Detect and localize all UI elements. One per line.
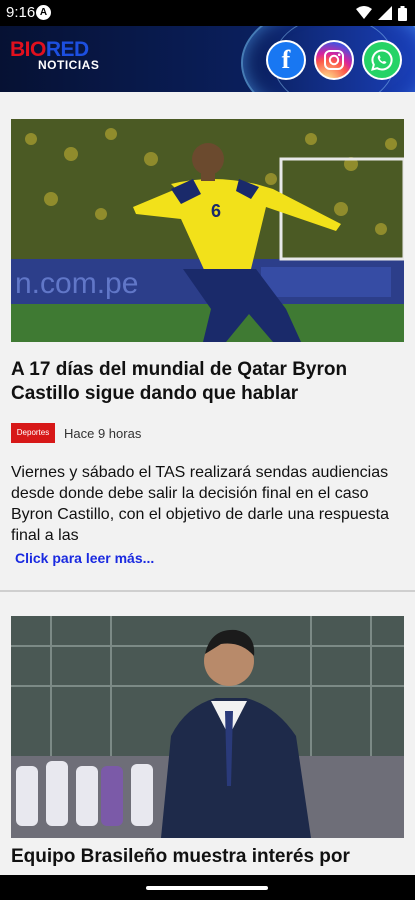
article-title[interactable]: A 17 días del mundial de Qatar Byron Cas… [11, 358, 403, 406]
logo-noticias: NOTICIAS [38, 58, 100, 72]
status-time: 9:16 [6, 4, 36, 21]
jersey-number: 6 [211, 201, 221, 221]
status-bar: 9:16 A [0, 0, 415, 26]
article-time: Hace 9 horas [64, 426, 142, 441]
instagram-icon [324, 50, 344, 70]
coach-photo [11, 616, 404, 838]
wifi-icon [356, 6, 372, 19]
signal-icon [378, 6, 392, 20]
system-nav-bar [0, 875, 415, 900]
article-card[interactable]: n.com.pe 6 A 17 días del mundial de Qata… [0, 92, 415, 592]
category-badge: Deportes [11, 423, 55, 443]
notification-icon: A [36, 5, 51, 20]
battery-icon [398, 5, 407, 21]
article-title[interactable]: Equipo Brasileño muestra interés por [11, 840, 403, 868]
facebook-button[interactable]: f [266, 40, 306, 80]
home-gesture-handle[interactable] [146, 886, 268, 890]
player-photo: n.com.pe 6 [11, 119, 404, 342]
instagram-button[interactable] [314, 40, 354, 80]
article-image[interactable]: n.com.pe 6 [11, 119, 404, 342]
news-feed[interactable]: n.com.pe 6 A 17 días del mundial de Qata… [0, 92, 415, 900]
facebook-icon: f [281, 45, 291, 74]
app-header: BIORED NOTICIAS f [0, 26, 415, 92]
read-more-link[interactable]: Click para leer más... [15, 550, 154, 566]
biored-logo[interactable]: BIORED NOTICIAS [10, 38, 99, 72]
article-excerpt: Viernes y sábado el TAS realizará sendas… [11, 464, 389, 544]
article-image[interactable] [11, 616, 404, 838]
whatsapp-icon [371, 49, 393, 71]
system-icons [356, 5, 407, 21]
board-text: n.com.pe [15, 267, 138, 300]
whatsapp-button[interactable] [362, 40, 402, 80]
